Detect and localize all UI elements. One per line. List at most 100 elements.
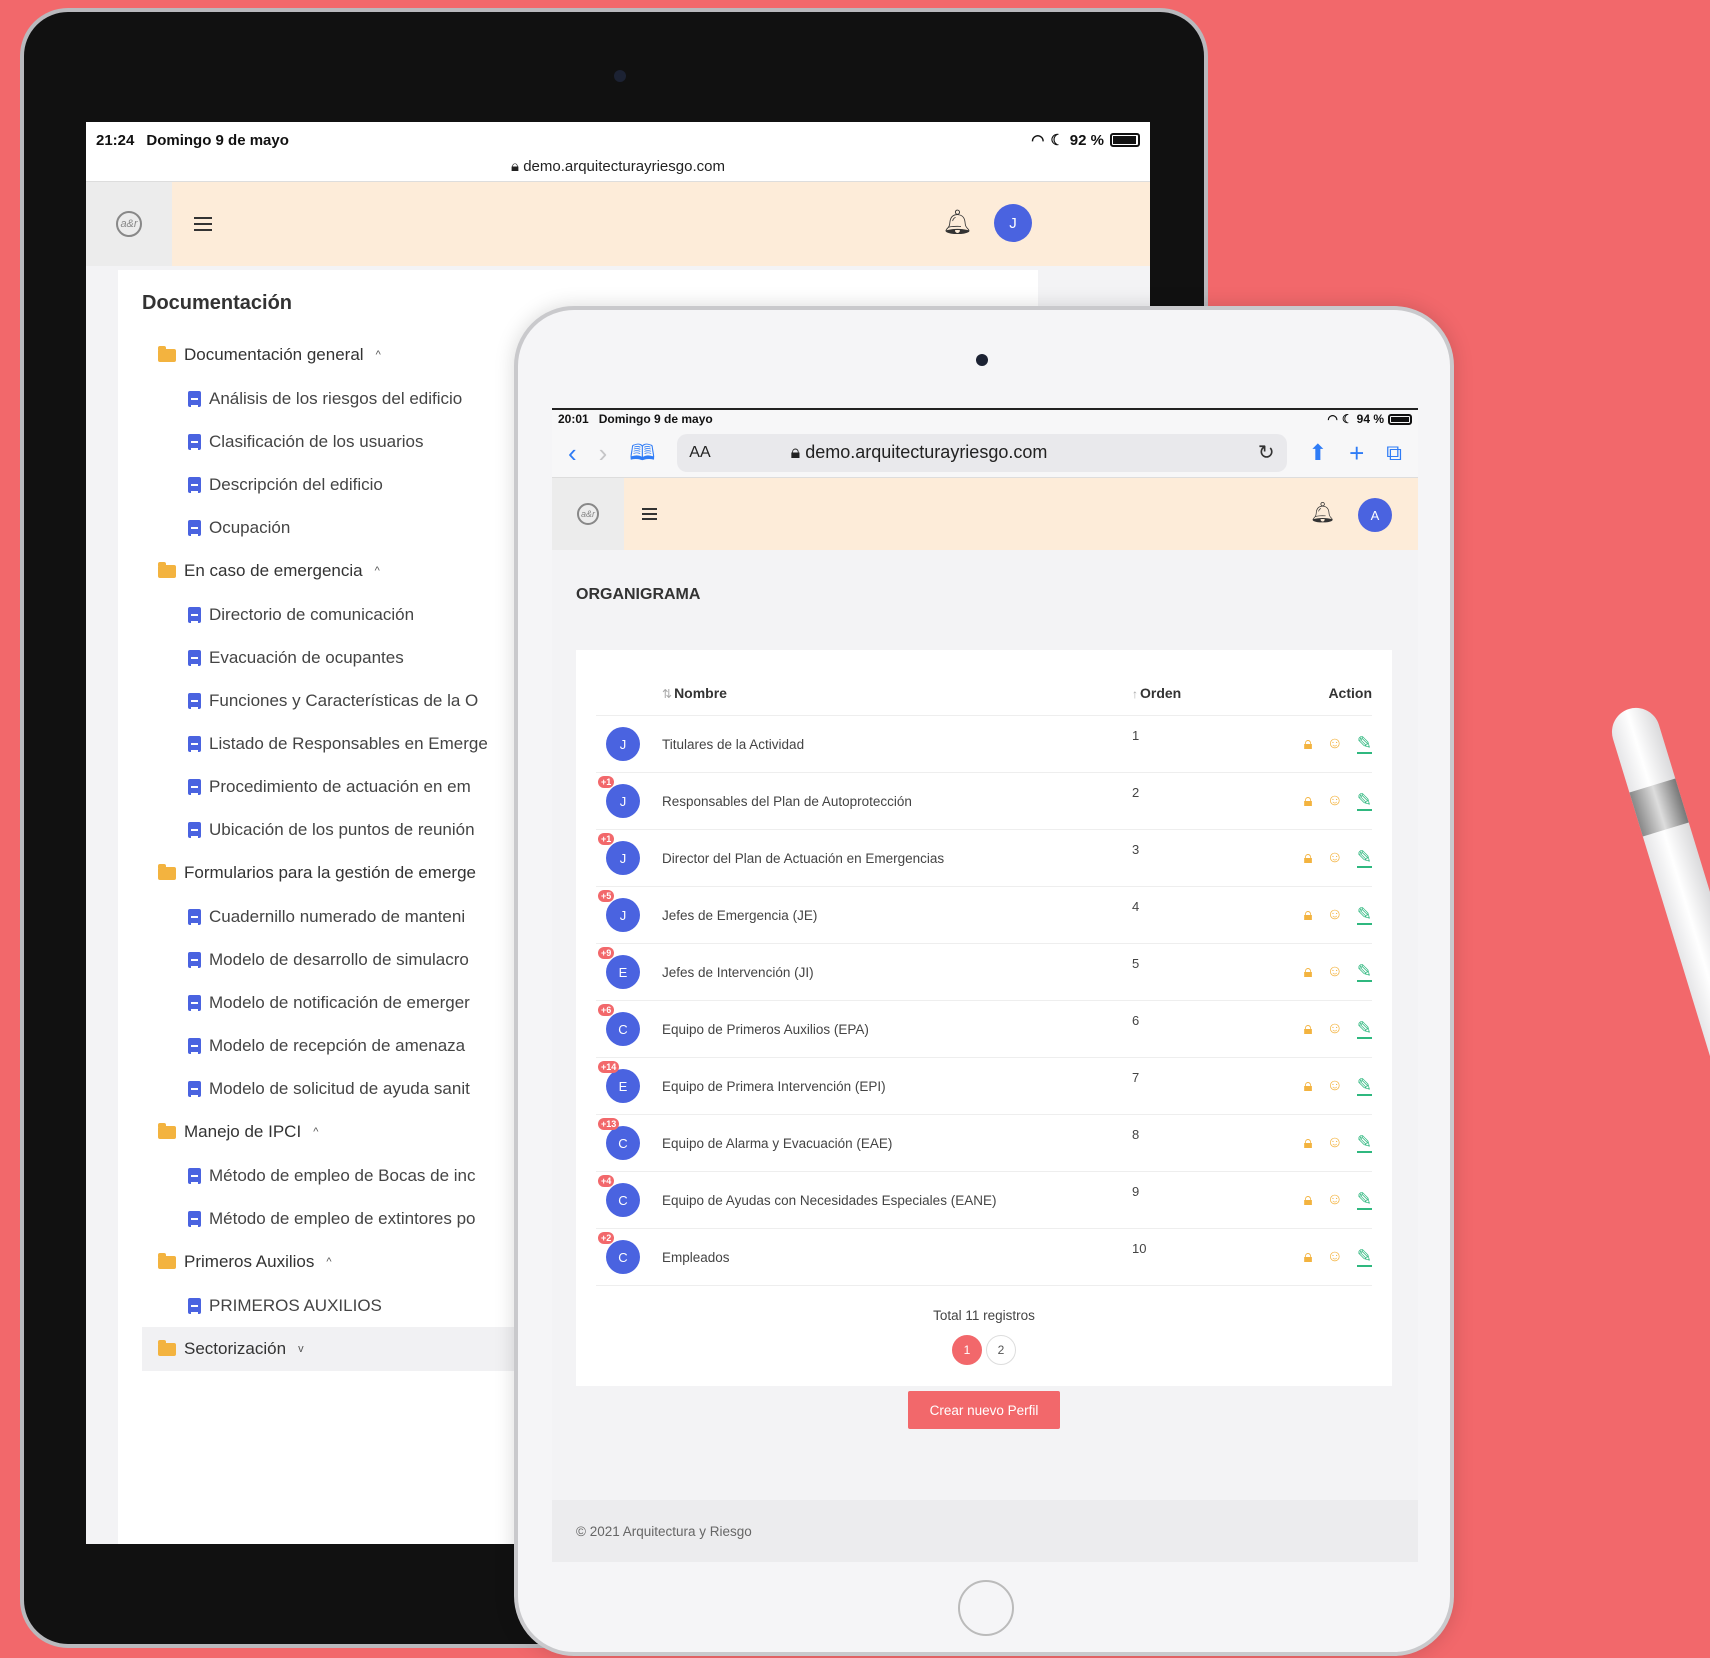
- edit-icon[interactable]: ✎: [1356, 1247, 1372, 1267]
- url-value: demo.arquitecturayriesgo.com: [805, 442, 1048, 462]
- forward-icon[interactable]: ›: [599, 440, 608, 466]
- edit-icon[interactable]: ✎: [1356, 905, 1372, 925]
- document-icon: [188, 390, 201, 407]
- back-icon[interactable]: ‹: [568, 440, 577, 466]
- profile-name: Jefes de Emergencia (JE): [662, 907, 818, 923]
- users-icon[interactable]: ☺: [1327, 1191, 1343, 1209]
- caret-icon: ^: [374, 565, 380, 577]
- users-icon[interactable]: ☺: [1327, 1020, 1343, 1038]
- avatar[interactable]: J: [994, 204, 1032, 242]
- table-row: J +1 Responsables del Plan de Autoprotecci…: [596, 773, 1372, 830]
- profile-name: Director del Plan de Actuación en Emerge…: [662, 850, 945, 866]
- table-row: C +6 Equipo de Primeros Auxilios (EPA) 6 🔒︎ ☺…: [596, 1001, 1372, 1058]
- url-bar[interactable]: 🔒︎ demo.arquitecturayriesgo.com: [86, 158, 1150, 182]
- table-row: C +4 Equipo de Ayudas con Necesidades Espe…: [596, 1172, 1372, 1229]
- sort-name-header[interactable]: ⇅ Nombre: [662, 685, 1132, 701]
- users-icon[interactable]: ☺: [1327, 1134, 1343, 1152]
- document-label: Modelo de desarrollo de simulacro: [209, 949, 469, 969]
- hamburger-menu-icon[interactable]: [194, 217, 212, 231]
- status-bar: 21:24 Domingo 9 de mayo ◠ ☾ 92 %: [86, 122, 1150, 158]
- edit-icon[interactable]: ✎: [1356, 848, 1372, 868]
- document-icon: [188, 476, 201, 493]
- profile-order: 7: [1132, 1070, 1140, 1085]
- document-icon: [188, 821, 201, 838]
- sort-order-header[interactable]: ↑ Orden: [1132, 685, 1262, 701]
- member-count-badge: +1: [598, 776, 615, 788]
- lock-icon[interactable]: 🔒︎: [1304, 1133, 1313, 1153]
- lock-icon[interactable]: 🔒︎: [1304, 848, 1313, 868]
- users-icon[interactable]: ☺: [1327, 849, 1343, 867]
- lock-icon[interactable]: 🔒︎: [1304, 962, 1313, 982]
- edit-icon[interactable]: ✎: [1356, 1133, 1372, 1153]
- document-label: Cuadernillo numerado de manteni: [209, 906, 466, 926]
- sort-icon: ↑: [1132, 686, 1138, 701]
- lock-icon[interactable]: 🔒︎: [1304, 1019, 1313, 1039]
- lock-icon[interactable]: 🔒︎: [1304, 905, 1313, 925]
- battery-icon: [1110, 133, 1140, 147]
- edit-icon[interactable]: ✎: [1356, 962, 1372, 982]
- document-label: Modelo de recepción de amenaza: [209, 1035, 466, 1055]
- document-icon: [188, 951, 201, 968]
- users-icon[interactable]: ☺: [1327, 963, 1343, 981]
- page-button[interactable]: 1: [952, 1335, 982, 1365]
- lock-icon[interactable]: 🔒︎: [1304, 1076, 1313, 1096]
- header-action: Action: [1328, 684, 1372, 701]
- edit-icon[interactable]: ✎: [1356, 1019, 1372, 1039]
- status-date: Domingo 9 de mayo: [146, 131, 289, 149]
- logo: a&r: [116, 211, 142, 237]
- edit-icon[interactable]: ✎: [1356, 791, 1372, 811]
- document-label: Descripción del edificio: [209, 474, 383, 494]
- bookmarks-icon[interactable]: 🕮︎: [629, 441, 655, 464]
- folder-icon: [158, 863, 176, 880]
- lock-icon: 🔒︎: [511, 158, 520, 175]
- document-icon: [188, 735, 201, 752]
- edit-icon[interactable]: ✎: [1356, 1076, 1372, 1096]
- page-button[interactable]: 2: [986, 1335, 1016, 1365]
- create-profile-button[interactable]: Crear nuevo Perfil: [908, 1391, 1060, 1429]
- lock-icon[interactable]: 🔒︎: [1304, 1247, 1313, 1267]
- url-text: 🔒︎ demo.arquitecturayriesgo.com: [791, 442, 1258, 463]
- document-icon: [188, 1210, 201, 1227]
- document-label: Clasificación de los usuarios: [209, 431, 424, 451]
- document-label: Método de empleo de extintores po: [209, 1208, 476, 1228]
- avatar: J: [606, 727, 640, 761]
- bell-icon[interactable]: 🔔︎: [942, 208, 972, 237]
- avatar: J: [606, 784, 640, 818]
- folder-label: Documentación general: [184, 345, 364, 364]
- document-icon: [188, 519, 201, 536]
- reader-aa-button[interactable]: AA: [689, 444, 710, 462]
- header-name: Nombre: [674, 684, 727, 701]
- profile-name: Equipo de Primeros Auxilios (EPA): [662, 1021, 869, 1037]
- lock-icon[interactable]: 🔒︎: [1304, 1190, 1313, 1210]
- lock-icon[interactable]: 🔒︎: [1304, 734, 1313, 754]
- edit-icon[interactable]: ✎: [1356, 1190, 1372, 1210]
- table-header: ⇅ Nombre ↑ Orden Action: [596, 650, 1372, 716]
- users-icon[interactable]: ☺: [1327, 735, 1343, 753]
- new-tab-icon[interactable]: +: [1349, 440, 1364, 466]
- home-button[interactable]: [958, 1580, 1014, 1636]
- logo-box[interactable]: a&r: [86, 182, 172, 266]
- avatar: C: [606, 1183, 640, 1217]
- edit-icon[interactable]: ✎: [1356, 734, 1372, 754]
- users-icon[interactable]: ☺: [1327, 906, 1343, 924]
- tabs-icon[interactable]: ⧉: [1386, 441, 1402, 464]
- address-bar[interactable]: AA 🔒︎ demo.arquitecturayriesgo.com ↻: [677, 433, 1287, 472]
- table-row: C +13 Equipo de Alarma y Evacuación (EAE) 8…: [596, 1115, 1372, 1172]
- lock-icon[interactable]: 🔒︎: [1304, 791, 1313, 811]
- reload-icon[interactable]: ↻: [1258, 440, 1275, 465]
- logo-box[interactable]: a&r: [552, 478, 624, 550]
- share-icon[interactable]: ⬆︎: [1309, 441, 1327, 464]
- status-right: ◠ ☾ 94 %: [1327, 412, 1412, 426]
- avatar[interactable]: A: [1358, 498, 1392, 532]
- bell-icon[interactable]: 🔔︎: [1310, 500, 1335, 525]
- table-row: J +5 Jefes de Emergencia (JE) 4 🔒︎ ☺ ✎: [596, 887, 1372, 944]
- users-icon[interactable]: ☺: [1327, 1248, 1343, 1266]
- users-icon[interactable]: ☺: [1327, 1077, 1343, 1095]
- users-icon[interactable]: ☺: [1327, 792, 1343, 810]
- footer: © 2021 Arquitectura y Riesgo: [552, 1500, 1418, 1562]
- document-icon: [188, 778, 201, 795]
- hamburger-menu-icon[interactable]: [642, 508, 657, 520]
- folder-icon: [158, 1252, 176, 1269]
- caret-icon: ^: [313, 1126, 319, 1138]
- avatar: E: [606, 955, 640, 989]
